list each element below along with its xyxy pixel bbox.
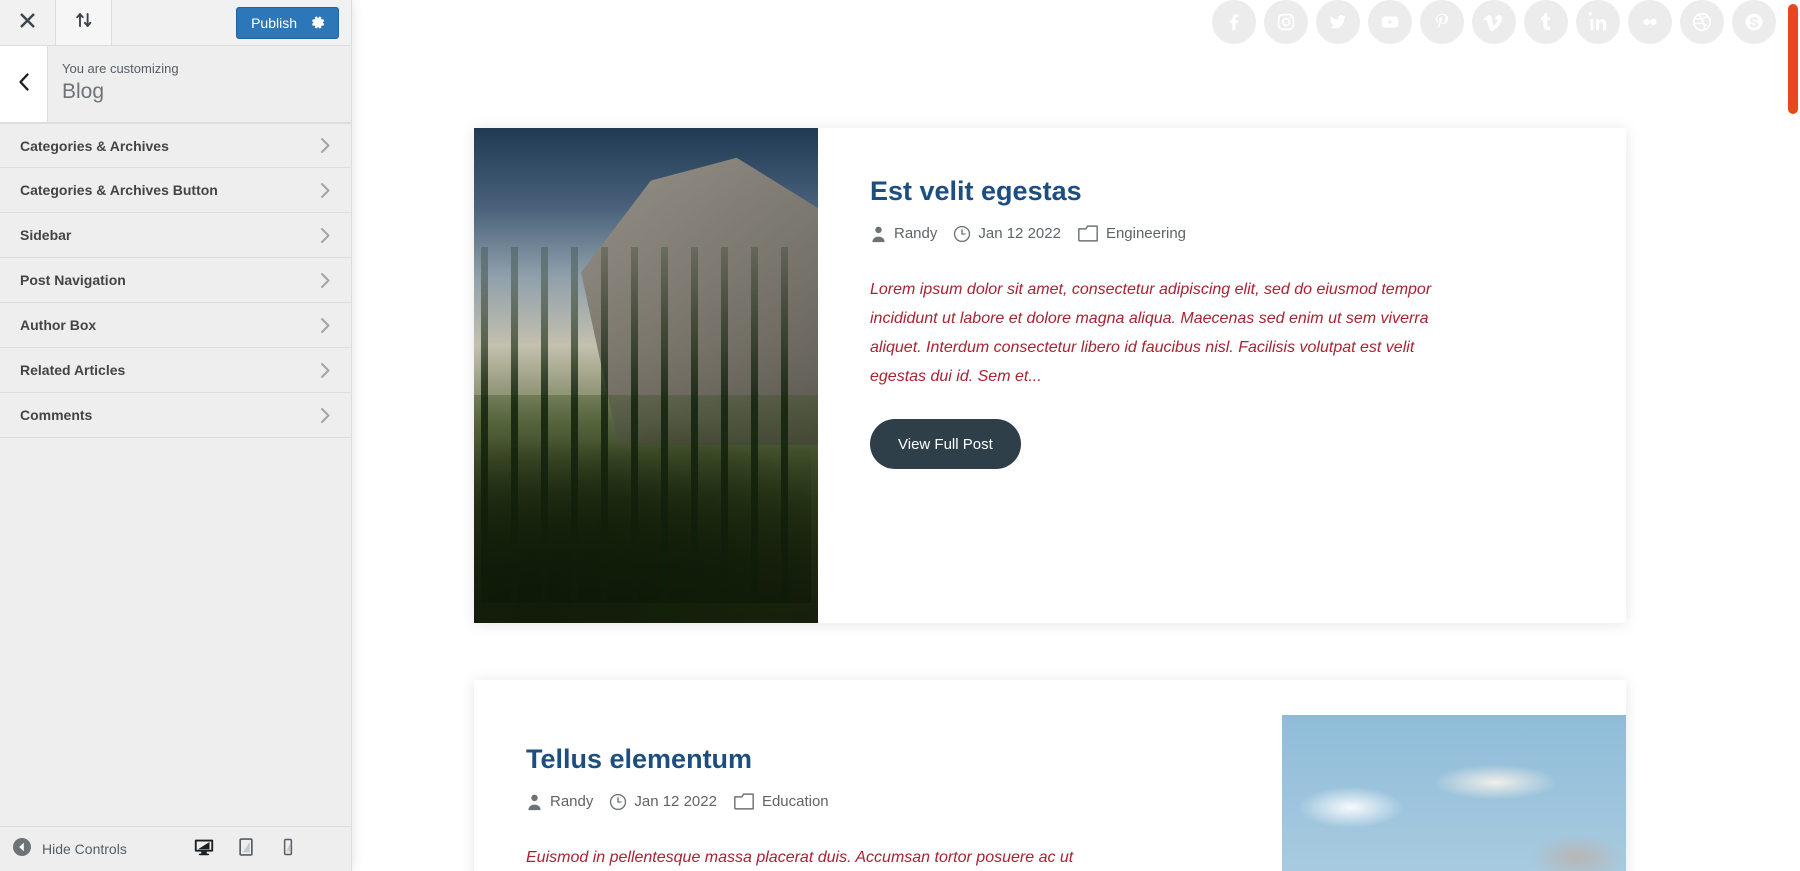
- tablet-icon: [236, 837, 256, 862]
- sidebar-item-related-articles[interactable]: Related Articles: [0, 348, 351, 393]
- post-excerpt: Lorem ipsum dolor sit amet, consectetur …: [870, 281, 1432, 385]
- post-date-value: Jan 12 2022: [978, 225, 1061, 242]
- customizer-footer: Hide Controls: [0, 826, 351, 871]
- close-icon: [19, 12, 36, 34]
- sidebar-item-categories-archives-button[interactable]: Categories & Archives Button: [0, 168, 351, 213]
- post-author-name: Randy: [550, 793, 594, 810]
- page-title: Blog: [62, 80, 105, 103]
- post-meta: Randy Jan 12 2022 Education: [526, 792, 1242, 811]
- post-category-name: Engineering: [1105, 225, 1186, 242]
- post-thumbnail[interactable]: [1282, 715, 1626, 871]
- linkedin-icon[interactable]: [1576, 0, 1620, 44]
- chevron-left-icon: [17, 72, 31, 97]
- customizer-section-list: Categories & Archives Categories & Archi…: [0, 123, 351, 826]
- post-category: Engineering: [1077, 224, 1186, 243]
- chevron-right-icon: [320, 407, 339, 424]
- social-links-bar: [1212, 0, 1776, 44]
- post-author: Randy: [870, 225, 937, 243]
- chevron-right-icon: [320, 362, 339, 379]
- post-author: Randy: [526, 793, 593, 811]
- post-card[interactable]: Est velit egestas Randy Jan 12 2022 Engi…: [474, 128, 1626, 623]
- save-status-arrows-icon: [75, 11, 93, 34]
- save-status-button[interactable]: [56, 0, 112, 45]
- customizer-header-text: You are customizing Blog: [48, 46, 351, 122]
- vimeo-icon[interactable]: [1472, 0, 1516, 44]
- hide-controls-button[interactable]: Hide Controls: [12, 837, 183, 862]
- sidebar-item-post-navigation[interactable]: Post Navigation: [0, 258, 351, 303]
- customizer-topbar: Publish: [0, 0, 351, 46]
- post-body: Est velit egestas Randy Jan 12 2022 Engi…: [818, 128, 1626, 623]
- chevron-right-icon: [320, 137, 339, 154]
- sidebar-item-categories-archives[interactable]: Categories & Archives: [0, 123, 351, 168]
- post-date-value: Jan 12 2022: [634, 793, 717, 810]
- post-author-name: Randy: [894, 225, 938, 242]
- close-customizer-button[interactable]: [0, 0, 56, 45]
- post-thumbnail[interactable]: [474, 128, 818, 623]
- flickr-icon[interactable]: [1628, 0, 1672, 44]
- sidebar-item-comments[interactable]: Comments: [0, 393, 351, 438]
- instagram-icon[interactable]: [1264, 0, 1308, 44]
- tree-line-detail: [480, 246, 812, 604]
- customizer-sidebar: Publish You are customizing Blog Categor…: [0, 0, 352, 871]
- chevron-right-icon: [320, 317, 339, 334]
- tumblr-icon[interactable]: [1524, 0, 1568, 44]
- chevron-right-icon: [320, 227, 339, 244]
- sunset-sky-clouds-photo: [1282, 715, 1626, 871]
- sidebar-item-author-box[interactable]: Author Box: [0, 303, 351, 348]
- post-title[interactable]: Tellus elementum: [526, 742, 1242, 776]
- publish-area: Publish: [236, 0, 351, 45]
- facebook-icon[interactable]: [1212, 0, 1256, 44]
- device-mobile-button[interactable]: [267, 827, 309, 871]
- section-label: Comments: [20, 407, 93, 423]
- topbar-spacer: [112, 0, 237, 45]
- section-label: Author Box: [20, 317, 97, 333]
- desktop-icon: [193, 836, 215, 863]
- person-icon: [870, 225, 887, 243]
- folder-icon: [733, 792, 755, 811]
- customizer-header: You are customizing Blog: [0, 46, 351, 123]
- publish-button-label: Publish: [251, 14, 297, 31]
- customizer-app: Publish You are customizing Blog Categor…: [0, 0, 1800, 871]
- twitter-icon[interactable]: [1316, 0, 1360, 44]
- section-label: Categories & Archives Button: [20, 182, 218, 198]
- back-button[interactable]: [0, 46, 48, 122]
- section-label: Sidebar: [20, 227, 72, 243]
- gear-icon[interactable]: [311, 15, 326, 30]
- post-meta: Randy Jan 12 2022 Engineering: [870, 224, 1570, 243]
- preview-scrollbar[interactable]: [1786, 0, 1800, 871]
- customizing-eyebrow: You are customizing: [62, 61, 179, 76]
- sidebar-item-sidebar[interactable]: Sidebar: [0, 213, 351, 258]
- post-category: Education: [733, 792, 829, 811]
- device-preview-switcher: [183, 827, 351, 871]
- folder-icon: [1077, 224, 1099, 243]
- post-excerpt: Euismod in pellentesque massa placerat d…: [526, 849, 1074, 866]
- pinterest-icon[interactable]: [1420, 0, 1464, 44]
- collapse-left-icon: [12, 837, 32, 862]
- post-date: Jan 12 2022: [953, 225, 1061, 243]
- site-preview[interactable]: Est velit egestas Randy Jan 12 2022 Engi…: [352, 0, 1800, 871]
- chevron-right-icon: [320, 182, 339, 199]
- dribbble-icon[interactable]: [1680, 0, 1724, 44]
- section-label: Categories & Archives: [20, 137, 169, 154]
- youtube-icon[interactable]: [1368, 0, 1412, 44]
- post-date: Jan 12 2022: [609, 793, 717, 811]
- post-title[interactable]: Est velit egestas: [870, 174, 1570, 208]
- hide-controls-label: Hide Controls: [42, 841, 127, 857]
- section-label: Post Navigation: [20, 272, 126, 288]
- post-category-name: Education: [761, 793, 829, 810]
- device-tablet-button[interactable]: [225, 827, 267, 871]
- chevron-right-icon: [320, 272, 339, 289]
- publish-button[interactable]: Publish: [236, 6, 339, 39]
- post-body: Tellus elementum Randy Jan 12 2022 Educa…: [474, 680, 1282, 871]
- mobile-icon: [279, 838, 297, 861]
- view-full-post-button[interactable]: View Full Post: [870, 419, 1021, 469]
- clock-icon: [953, 225, 971, 243]
- preview-scrollbar-thumb[interactable]: [1788, 4, 1798, 114]
- device-desktop-button[interactable]: [183, 827, 225, 871]
- person-icon: [526, 793, 543, 811]
- clock-icon: [609, 793, 627, 811]
- skype-icon[interactable]: [1732, 0, 1776, 44]
- section-label: Related Articles: [20, 362, 126, 378]
- post-card[interactable]: Tellus elementum Randy Jan 12 2022 Educa…: [474, 680, 1626, 871]
